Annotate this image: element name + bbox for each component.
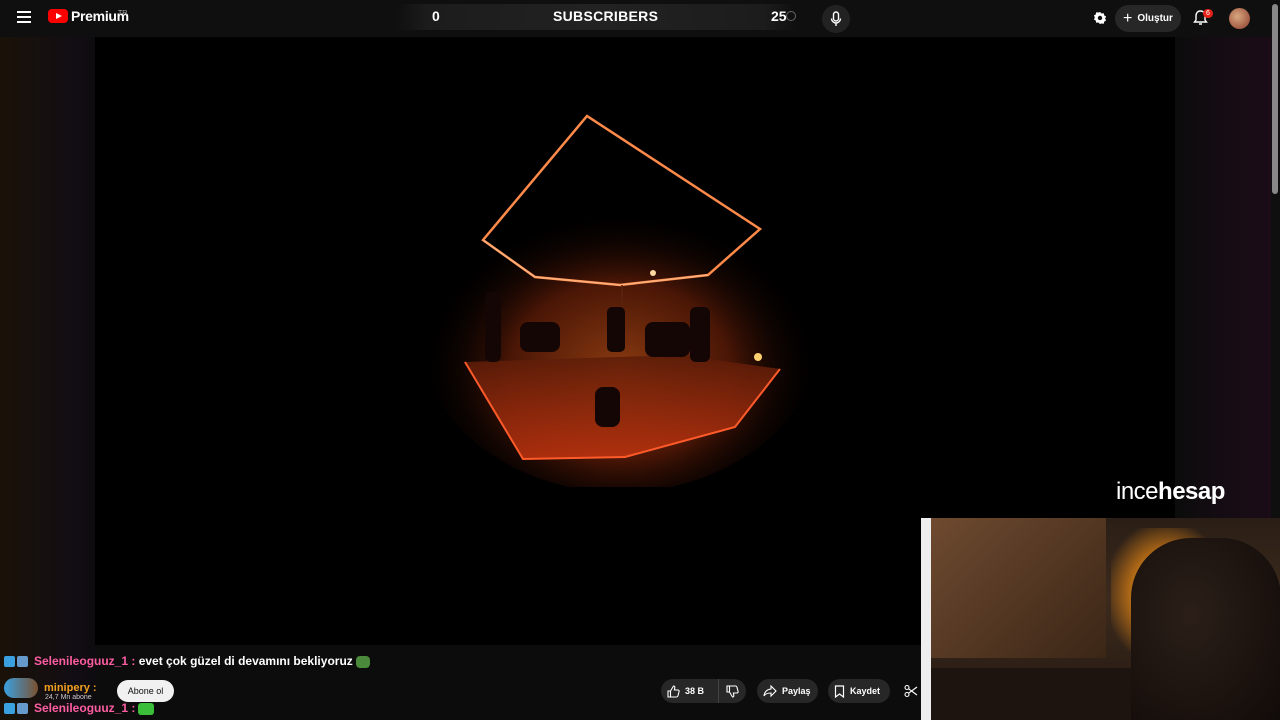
chat-username: minipery :	[44, 682, 97, 695]
chat-avatar	[4, 678, 38, 698]
webcam-desk	[931, 668, 1131, 720]
share-arrow-icon	[763, 685, 777, 697]
extension-gear-icon[interactable]	[1092, 10, 1108, 31]
share-button[interactable]: Paylaş	[757, 679, 818, 703]
chat-emote-icon	[355, 655, 370, 668]
thumbs-down-icon	[726, 684, 739, 698]
subscriber-counter-title: SUBSCRIBERS	[553, 8, 659, 24]
youtube-premium-logo[interactable]: Premium TR	[48, 8, 129, 24]
webcam-streamer	[1131, 538, 1280, 720]
youtube-watch-page: Premium TR 0 SUBSCRIBERS 25 + Oluştur 6	[0, 0, 1280, 720]
chat-message: Selenileoguuz_1 : evet çok güzel di deva…	[4, 654, 370, 668]
microphone-icon	[830, 11, 842, 26]
chat-message: Selenileoguuz_1 :	[4, 701, 155, 715]
bookmark-icon	[834, 684, 845, 698]
channel-subscriber-count: 24,7 Mn abone	[45, 694, 92, 701]
like-count: 38 B	[685, 686, 705, 696]
logo-region-code: TR	[118, 10, 128, 17]
watermark-bold-text: hesap	[1158, 478, 1225, 505]
share-label: Paylaş	[782, 686, 811, 696]
channel-watermark: incehesap	[1116, 478, 1225, 506]
chat-username: Selenileoguuz_1 :	[34, 701, 136, 715]
subscriber-counter-right: 25	[771, 8, 787, 24]
watermark-thin-text: ince	[1116, 478, 1159, 505]
top-bar: Premium TR 0 SUBSCRIBERS 25 + Oluştur 6	[0, 0, 1280, 37]
chat-emote-icon	[138, 702, 155, 715]
subscriber-counter-left: 0	[432, 8, 440, 24]
page-scrollbar-thumb[interactable]	[1272, 4, 1278, 194]
create-label: Oluştur	[1137, 13, 1173, 24]
clip-button[interactable]	[899, 679, 923, 703]
save-label: Kaydet	[850, 686, 881, 696]
hamburger-menu-icon[interactable]	[13, 8, 35, 28]
account-avatar[interactable]	[1229, 8, 1250, 29]
plus-icon: +	[1123, 9, 1133, 27]
dislike-button[interactable]	[718, 679, 746, 703]
webcam-wall	[931, 518, 1106, 658]
scissors-icon	[904, 684, 918, 698]
streamer-webcam	[921, 518, 1280, 720]
chat-badge-icons	[4, 703, 30, 715]
subscribe-button[interactable]: Abone ol	[117, 680, 174, 702]
notification-count-badge: 6	[1203, 9, 1213, 18]
chat-text: evet çok güzel di devamını bekliyoruz	[138, 654, 353, 668]
video-frame-stage	[425, 114, 820, 487]
save-button[interactable]: Kaydet	[828, 679, 890, 703]
create-button[interactable]: + Oluştur	[1115, 5, 1181, 32]
thumbs-up-icon	[667, 684, 680, 698]
youtube-play-icon	[48, 9, 68, 23]
chat-badge-icons	[4, 656, 30, 668]
voice-search-button[interactable]	[822, 5, 850, 33]
chat-username: Selenileoguuz_1 :	[34, 654, 136, 668]
search-icon[interactable]	[786, 11, 796, 21]
like-button[interactable]: 38 B	[661, 679, 718, 703]
